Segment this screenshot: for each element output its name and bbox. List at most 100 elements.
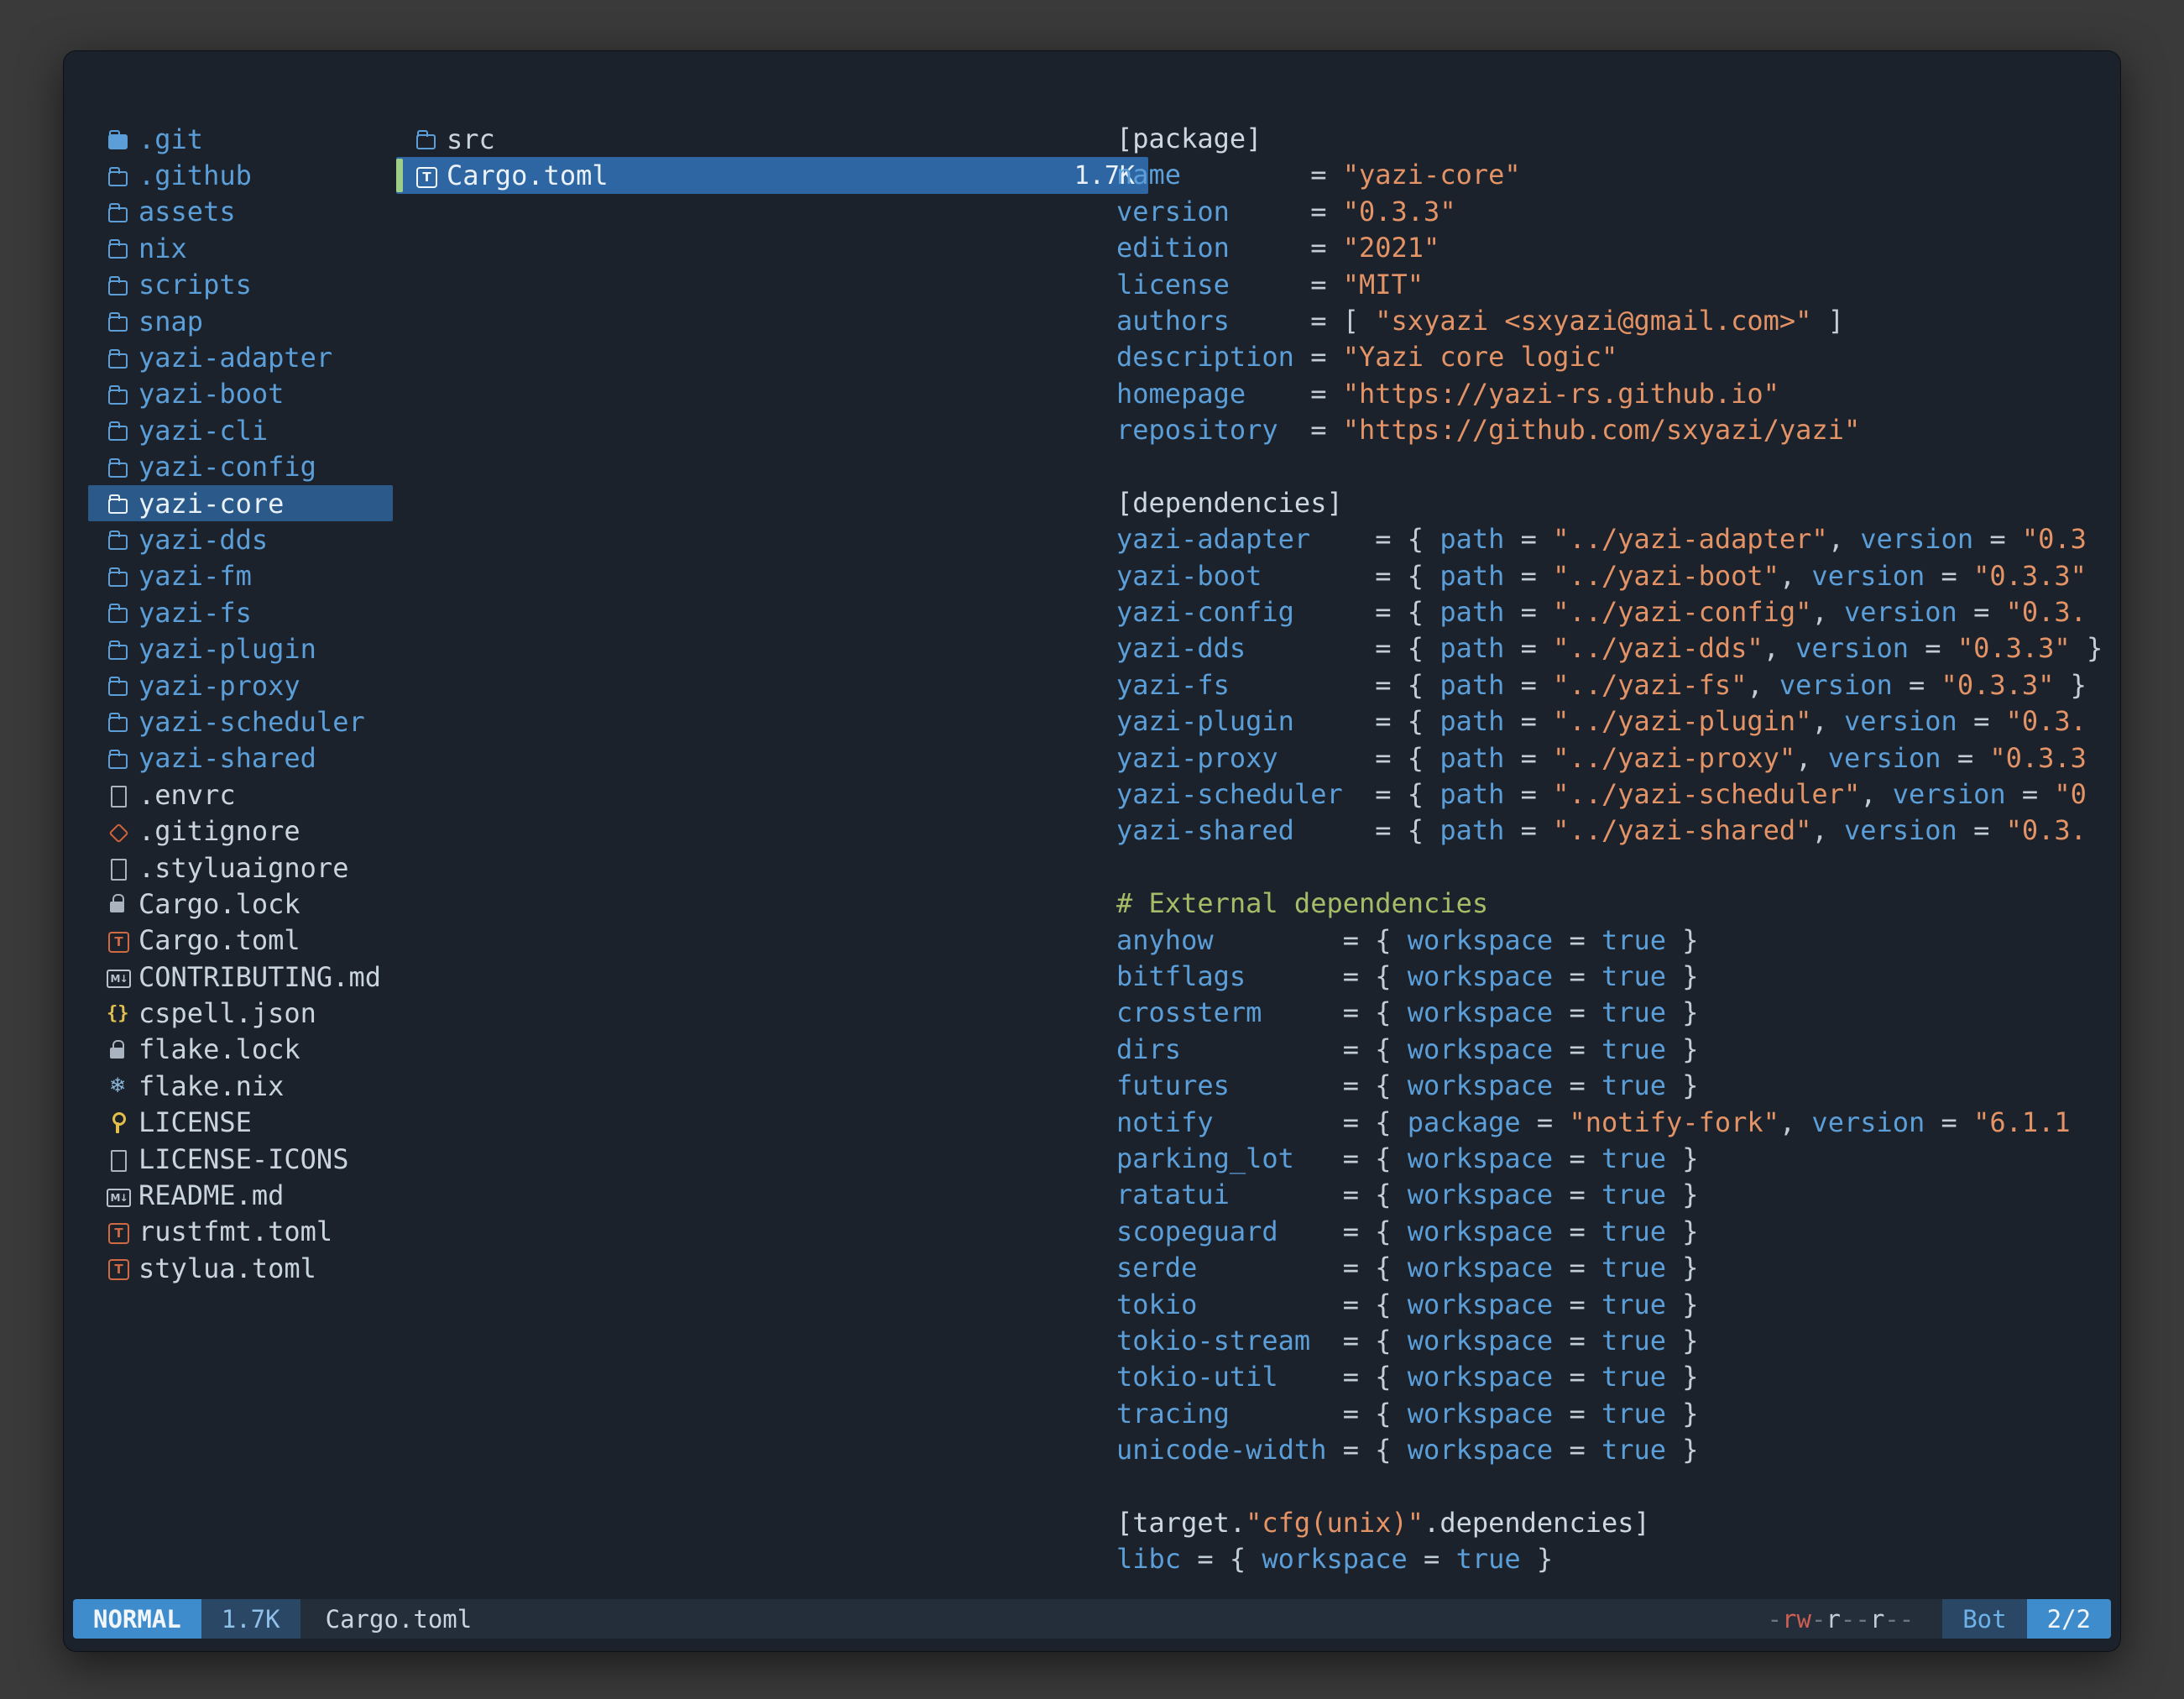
file-list-item[interactable]: .styluaignore [88, 850, 393, 886]
file-list-item[interactable]: rustfmt.toml [88, 1214, 393, 1250]
preview-line: libc = { workspace = true } [1116, 1541, 2112, 1577]
file-list-item[interactable]: yazi-plugin [88, 630, 393, 667]
file-name: LICENSE-ICONS [138, 1143, 348, 1175]
file-list-item[interactable]: CONTRIBUTING.md [88, 959, 393, 995]
file-name: Cargo.toml [138, 924, 300, 956]
file-list-item[interactable]: nix [88, 230, 393, 266]
file-list-item[interactable]: Cargo.lock [88, 886, 393, 922]
file-name: snap [138, 306, 203, 337]
file-name: nix [138, 233, 187, 264]
preview-line: dirs = { workspace = true } [1116, 1032, 2112, 1068]
file-list-item[interactable]: yazi-adapter [88, 339, 393, 375]
file-name: yazi-fm [138, 560, 252, 592]
preview-line: homepage = "https://yazi-rs.github.io" [1116, 376, 2112, 412]
file-list-item[interactable]: yazi-core [88, 485, 393, 521]
file-list-item[interactable]: LICENSE [88, 1105, 393, 1141]
preview-line: bitflags = { workspace = true } [1116, 959, 2112, 995]
preview-line: # External dependencies [1116, 886, 2112, 922]
file-list-item[interactable]: .git [88, 121, 393, 157]
file-list-item[interactable]: yazi-shared [88, 740, 393, 776]
file-name: flake.nix [138, 1070, 284, 1102]
file-list-item[interactable]: flake.lock [88, 1032, 393, 1068]
file-list-item[interactable]: yazi-boot [88, 376, 393, 412]
parent-pane: .git .githubassetsnix scripts snapyazi-adap… [88, 121, 393, 1287]
preview-line: yazi-config = { path = "../yazi-config",… [1116, 594, 2112, 630]
file-list-item[interactable]: .envrc [88, 776, 393, 813]
folder-icon [107, 703, 128, 740]
preview-line: tokio-stream = { workspace = true } [1116, 1323, 2112, 1359]
preview-line: scopeguard = { workspace = true } [1116, 1214, 2112, 1250]
file-name: .git [138, 123, 203, 155]
markdown-icon [107, 959, 128, 995]
file-list-item[interactable]: src [396, 121, 1148, 157]
preview-line: anyhow = { workspace = true } [1116, 923, 2112, 959]
file-counter: 2/2 [2027, 1599, 2111, 1639]
file-list-item[interactable]: .github [88, 157, 393, 193]
file-name: yazi-scheduler [138, 706, 365, 738]
file-name: yazi-config [138, 451, 316, 483]
folder-icon [107, 667, 128, 703]
file-list-item[interactable]: yazi-fs [88, 594, 393, 630]
file-name: yazi-boot [138, 378, 284, 410]
file-list-item[interactable]: snap [88, 303, 393, 339]
preview-line [1116, 850, 2112, 886]
mode-indicator: NORMAL [73, 1599, 201, 1639]
file-list-item[interactable]: yazi-proxy [88, 667, 393, 703]
file-list-item[interactable]: flake.nix [88, 1068, 393, 1104]
toml-icon [415, 158, 436, 194]
folder-icon [107, 194, 128, 230]
git-folder-icon [107, 121, 128, 157]
preview-line: yazi-boot = { path = "../yazi-boot", ver… [1116, 558, 2112, 594]
preview-line: authors = [ "sxyazi <sxyazi@gmail.com>" … [1116, 303, 2112, 339]
preview-pane[interactable]: [package]name = "yazi-core"version = "0.… [1116, 121, 2112, 1578]
toml-icon [107, 1250, 128, 1286]
file-name: Cargo.toml [447, 159, 609, 191]
file-name: .github [138, 159, 252, 191]
preview-line: edition = "2021" [1116, 230, 2112, 266]
file-list-item[interactable]: scripts [88, 267, 393, 303]
folder-icon [107, 158, 128, 194]
preview-line: tokio-util = { workspace = true } [1116, 1359, 2112, 1395]
preview-line: tracing = { workspace = true } [1116, 1396, 2112, 1432]
file-name: flake.lock [138, 1033, 300, 1065]
folder-icon [107, 631, 128, 667]
file-name: .styluaignore [138, 852, 348, 884]
preview-line: tokio = { workspace = true } [1116, 1287, 2112, 1323]
file-name: LICENSE [138, 1106, 252, 1138]
preview-line: [package] [1116, 121, 2112, 157]
preview-line: yazi-proxy = { path = "../yazi-proxy", v… [1116, 740, 2112, 776]
file-name: stylua.toml [138, 1252, 316, 1284]
preview-line: version = "0.3.3" [1116, 194, 2112, 230]
file-list-item[interactable]: yazi-cli [88, 412, 393, 448]
file-list-item[interactable]: .gitignore [88, 813, 393, 849]
preview-line: yazi-adapter = { path = "../yazi-adapter… [1116, 521, 2112, 557]
folder-icon [107, 376, 128, 412]
folder-icon [107, 740, 128, 776]
file-list-item[interactable]: LICENSE-ICONS [88, 1141, 393, 1177]
file-name: scripts [138, 269, 252, 301]
lock-icon [107, 886, 128, 922]
preview-line: name = "yazi-core" [1116, 157, 2112, 193]
folder-icon [107, 267, 128, 303]
preview-line: crossterm = { workspace = true } [1116, 995, 2112, 1031]
file-list-item[interactable]: assets [88, 194, 393, 230]
file-list-item[interactable]: stylua.toml [88, 1250, 393, 1286]
file-list-item[interactable]: yazi-fm [88, 558, 393, 594]
folder-icon [107, 230, 128, 266]
git-icon [107, 813, 128, 850]
file-list-item[interactable]: cspell.json [88, 995, 393, 1031]
folder-icon [107, 412, 128, 448]
file-list-item[interactable]: Cargo.toml1.7K [396, 157, 1148, 193]
toml-icon [107, 1214, 128, 1250]
file-list-item[interactable]: yazi-config [88, 449, 393, 485]
file-list-item[interactable]: Cargo.toml [88, 923, 393, 959]
preview-line: yazi-shared = { path = "../yazi-shared",… [1116, 813, 2112, 849]
preview-line: [target."cfg(unix)".dependencies] [1116, 1505, 2112, 1541]
file-name: CONTRIBUTING.md [138, 961, 381, 993]
file-list-item[interactable]: yazi-scheduler [88, 703, 393, 740]
file-name: Cargo.lock [138, 888, 300, 920]
file-permissions: -rw-r--r-- [1768, 1605, 1915, 1634]
file-list-item[interactable]: README.md [88, 1177, 393, 1213]
file-list-item[interactable]: yazi-dds [88, 521, 393, 557]
preview-line: license = "MIT" [1116, 267, 2112, 303]
